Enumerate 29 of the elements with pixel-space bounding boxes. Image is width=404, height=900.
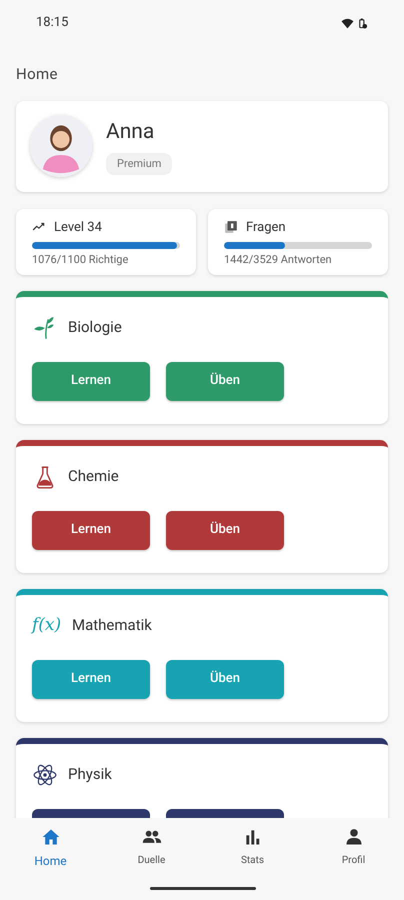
stat-caption: 1076/1100 Richtige — [32, 252, 130, 268]
person-icon — [344, 827, 364, 847]
stat-title: Level 34 — [54, 218, 102, 236]
subject-button[interactable]: Üben — [166, 362, 284, 400]
subject-name: Physik — [68, 764, 112, 786]
subject-button[interactable]: Üben — [166, 660, 284, 698]
subject-name: Mathematik — [72, 615, 152, 636]
subject-button[interactable]: Lernen — [32, 362, 150, 400]
stat-caption: 1442/3529 Antworten — [224, 252, 333, 268]
subject-button[interactable]: Lernen — [32, 510, 150, 550]
subject-button[interactable]: Lernen — [32, 660, 150, 698]
membership-badge: Premium — [106, 152, 172, 175]
stat-title: Fragen — [246, 218, 286, 236]
home-icon — [40, 827, 60, 847]
subject-name: Chemie — [68, 466, 119, 488]
nav-tab[interactable]: Profil — [303, 827, 404, 900]
page-title: Home — [16, 64, 59, 85]
nav-tab[interactable]: Duelle — [101, 827, 202, 900]
subject-button[interactable]: Üben — [166, 510, 284, 550]
nav-tab[interactable]: Home — [0, 827, 101, 900]
wifi-icon — [341, 16, 354, 30]
function-symbol: f(x) — [32, 614, 62, 637]
status-time: 18:15 — [36, 14, 68, 32]
user-name: Anna — [106, 119, 154, 146]
subject-name: Biologie — [68, 317, 122, 338]
question-cards-icon — [224, 220, 238, 234]
nav-tab[interactable]: Stats — [202, 827, 303, 900]
avatar-icon — [30, 115, 92, 177]
battery-icon — [357, 16, 368, 30]
